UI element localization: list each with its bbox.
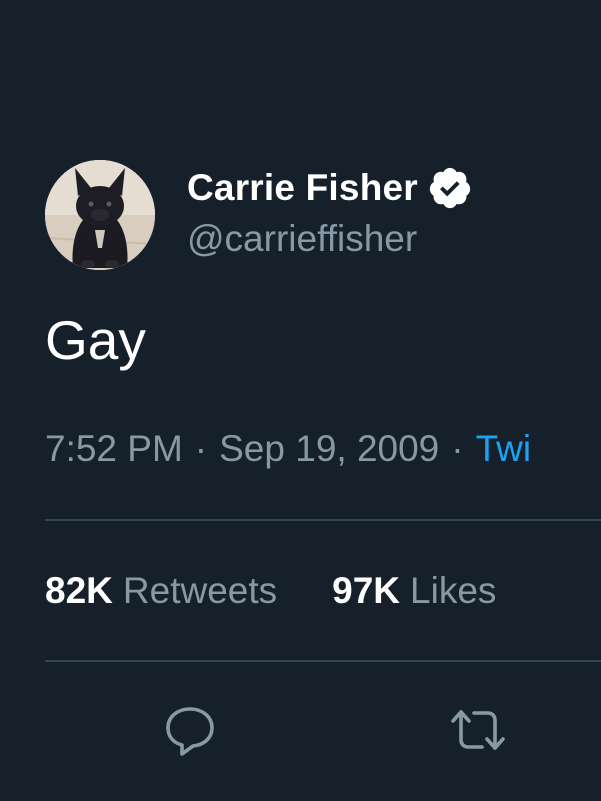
tweet-actions — [0, 700, 601, 760]
divider — [45, 660, 601, 662]
tweet-time[interactable]: 7:52 PM — [45, 428, 183, 469]
likes-stat[interactable]: 97K Likes — [332, 570, 496, 611]
avatar[interactable] — [45, 160, 155, 270]
reply-icon[interactable] — [160, 700, 220, 760]
tweet-detail: Carrie Fisher @carrieffisher Gay 7:52 PM… — [0, 0, 601, 801]
likes-label: Likes — [410, 570, 497, 611]
meta-separator: · — [451, 428, 464, 469]
retweets-count: 82K — [45, 570, 113, 611]
user-handle[interactable]: @carrieffisher — [187, 218, 473, 260]
display-name-row: Carrie Fisher — [187, 166, 473, 210]
tweet-date[interactable]: Sep 19, 2009 — [219, 428, 439, 469]
tweet-stats: 82K Retweets 97K Likes — [45, 570, 496, 612]
author-names: Carrie Fisher @carrieffisher — [187, 166, 473, 260]
tweet-source-link[interactable]: Twi — [476, 428, 532, 469]
meta-separator: · — [194, 428, 208, 469]
tweet-text: Gay — [45, 309, 146, 371]
likes-count: 97K — [332, 570, 401, 611]
display-name[interactable]: Carrie Fisher — [187, 167, 418, 209]
retweets-label: Retweets — [122, 570, 278, 611]
tweet-metadata: 7:52 PM · Sep 19, 2009 · Twi — [45, 428, 531, 470]
verified-badge-icon — [427, 165, 473, 211]
avatar-dog-image — [45, 160, 155, 270]
retweets-stat[interactable]: 82K Retweets — [45, 570, 277, 611]
retweet-icon[interactable] — [448, 700, 508, 760]
divider — [45, 519, 601, 521]
tweet-header: Carrie Fisher @carrieffisher — [45, 160, 473, 270]
